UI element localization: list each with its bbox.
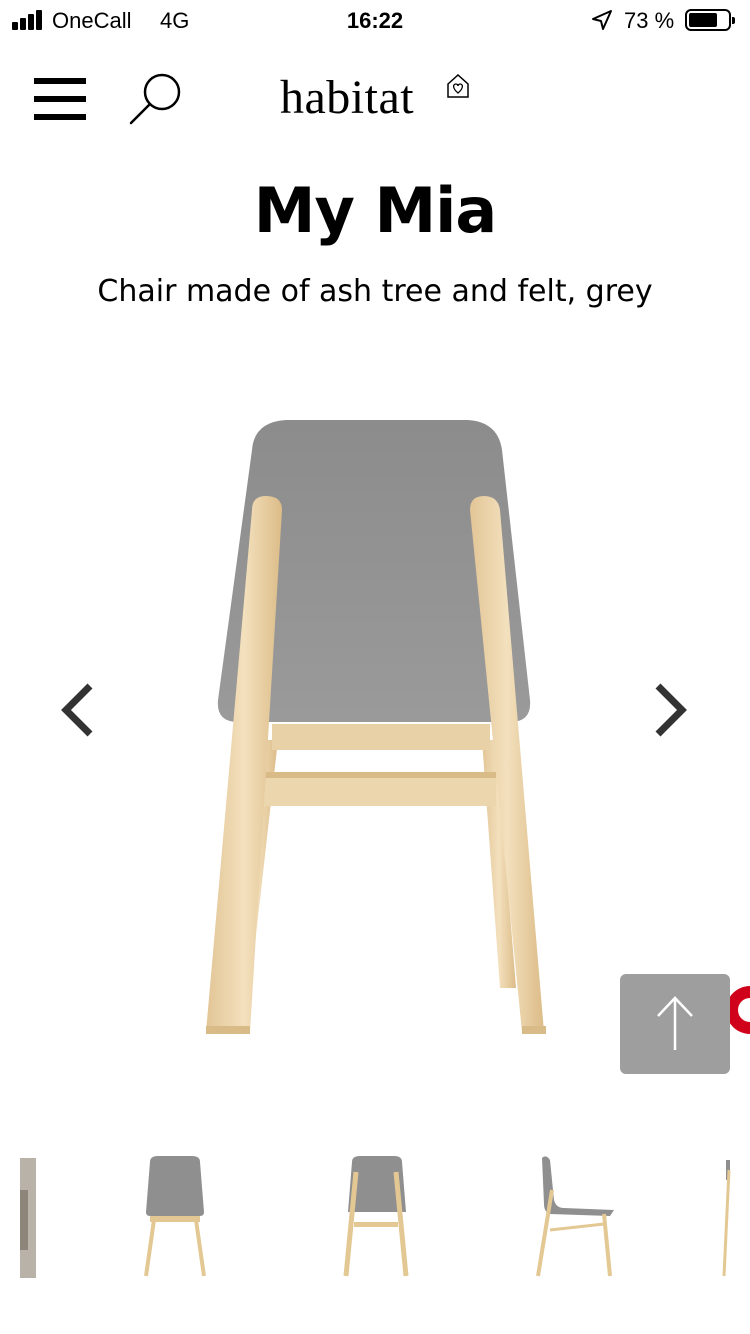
chevron-left-icon[interactable]	[58, 682, 98, 738]
product-description: Chair made of ash tree and felt, grey	[97, 274, 653, 309]
product-title: My Mia	[253, 174, 497, 247]
thumbnail-4[interactable]	[530, 1150, 620, 1280]
arrow-up-icon	[657, 996, 693, 1050]
product-main-image	[206, 420, 546, 1034]
location-arrow-icon	[592, 10, 612, 30]
thumbnail-1[interactable]	[20, 1150, 36, 1280]
hamburger-menu-icon[interactable]	[34, 78, 86, 120]
thumbnail-3[interactable]	[340, 1150, 412, 1280]
back-to-top-button[interactable]	[620, 974, 730, 1074]
battery-icon	[685, 9, 735, 31]
thumbnail-strip	[0, 1150, 750, 1290]
battery-fill	[689, 13, 717, 27]
thumbnail-2[interactable]	[140, 1150, 210, 1280]
house-heart-icon	[447, 73, 469, 98]
habitat-logo[interactable]: habitat	[280, 70, 414, 125]
thumbnail-5[interactable]	[720, 1150, 732, 1280]
chevron-right-icon[interactable]	[650, 682, 690, 738]
status-bar: OneCall 4G 16:22 73 %	[0, 0, 750, 40]
search-icon[interactable]	[128, 72, 182, 126]
battery-percent: 73 %	[624, 8, 675, 33]
